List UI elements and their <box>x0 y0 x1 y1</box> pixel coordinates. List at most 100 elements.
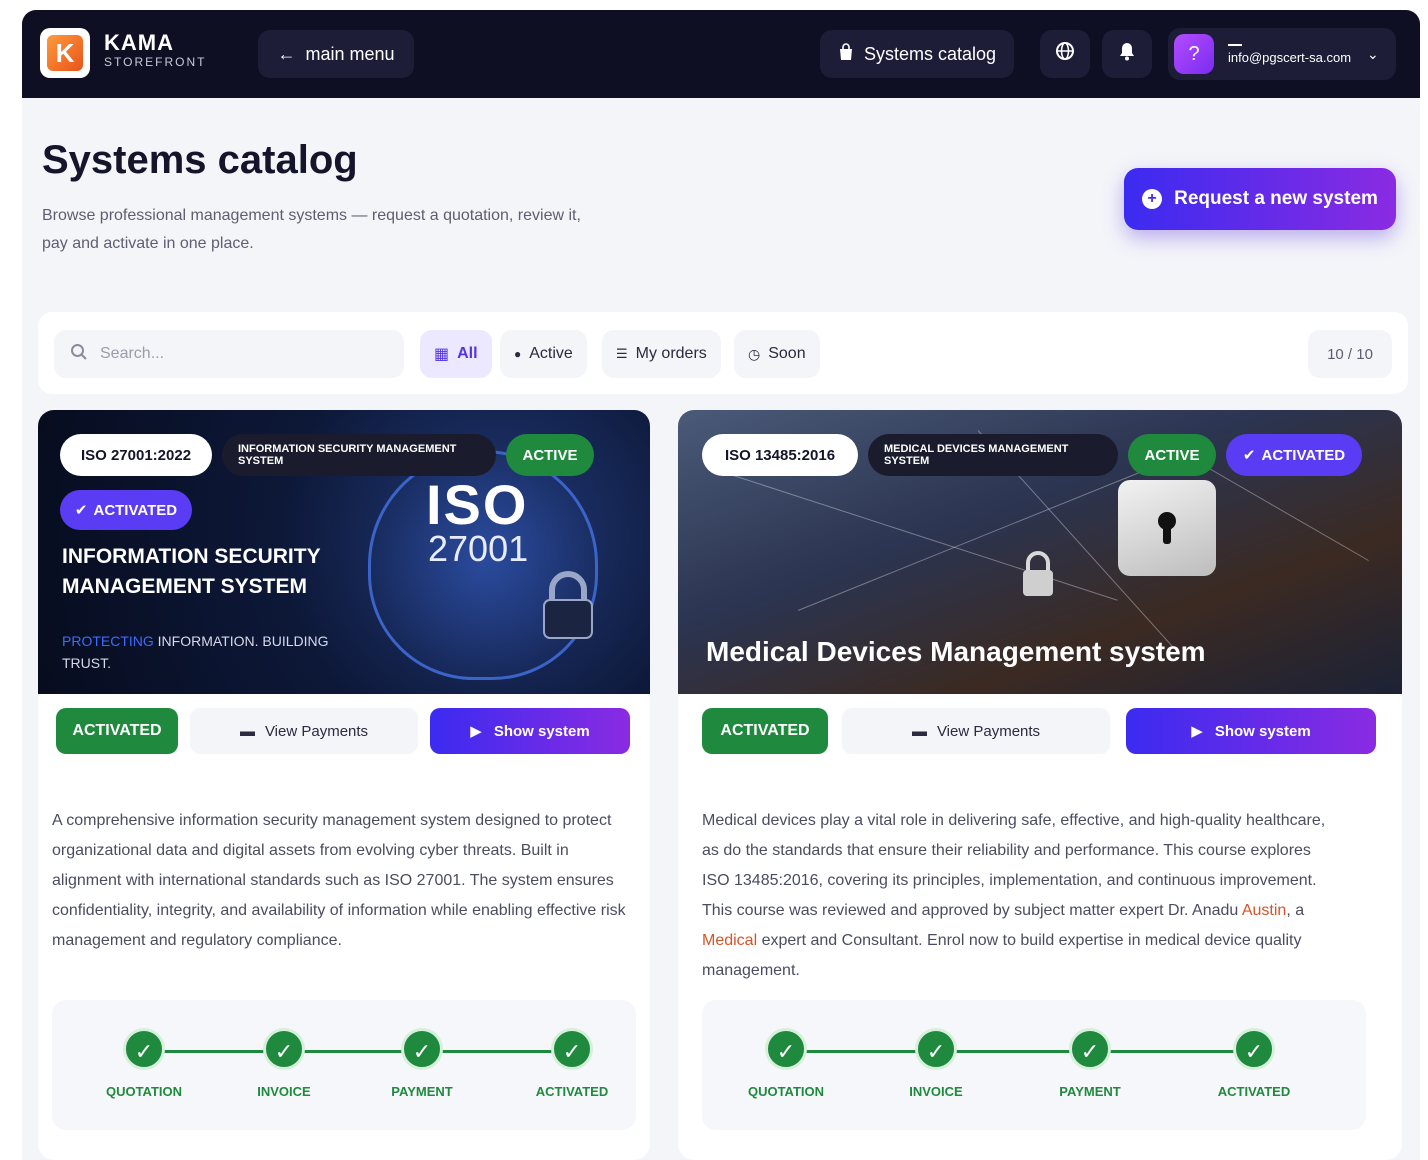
search-placeholder: Search... <box>100 345 165 362</box>
filter-chip-active[interactable]: ● Active <box>500 330 587 378</box>
search-icon <box>70 343 88 366</box>
activated-badge-label: ACTIVATED <box>93 501 178 519</box>
chevron-down-icon: ⌄ <box>1367 45 1379 62</box>
filter-chip-label: Active <box>529 345 573 362</box>
filter-chip-label: All <box>457 345 478 362</box>
grid-icon: ▦ <box>434 346 450 363</box>
user-email: info@pgscert-sa.com <box>1228 49 1352 65</box>
description-highlight: Austin <box>1241 902 1287 919</box>
activated-badge: ✔ ACTIVATED <box>60 490 192 530</box>
step-quotation: ✓ QUOTATION <box>84 1028 204 1099</box>
filter-chip-label: My orders <box>635 345 707 362</box>
brand-logo[interactable]: K <box>40 28 90 78</box>
check-icon: ✓ <box>551 1028 593 1070</box>
check-icon: ✓ <box>1069 1028 1111 1070</box>
check-icon: ✓ <box>915 1028 957 1070</box>
step-label: ACTIVATED <box>535 1084 609 1099</box>
brand-subtitle: STOREFRONT <box>104 55 207 69</box>
stepper-line <box>144 1050 574 1053</box>
hero-tagline-highlight: PROTECTING <box>62 633 154 649</box>
show-system-button[interactable]: ▶ Show system <box>430 708 630 754</box>
check-icon: ✔ <box>1242 447 1256 464</box>
step-label: PAYMENT <box>391 1084 453 1099</box>
systems-catalog-button[interactable]: Systems catalog <box>820 30 1014 78</box>
step-label: INVOICE <box>257 1084 311 1099</box>
main-menu-label: main menu <box>305 43 395 64</box>
description-highlight: Medical <box>702 932 758 949</box>
hero-iso-number: 27001 <box>428 528 529 569</box>
bag-icon <box>838 42 854 66</box>
check-icon: ✓ <box>765 1028 807 1070</box>
activated-status-button[interactable]: ACTIVATED <box>702 708 828 754</box>
status-badge: ACTIVE <box>1128 434 1216 476</box>
show-system-label: Show system <box>1214 722 1311 740</box>
user-name-placeholder <box>1228 43 1242 46</box>
step-activated: ✓ ACTIVATED <box>512 1028 632 1099</box>
show-system-button[interactable]: ▶ Show system <box>1126 708 1376 754</box>
description-text: Medical devices play a vital role in del… <box>702 812 1326 919</box>
brand-text: KAMA STOREFRONT <box>104 32 206 70</box>
network-line <box>797 467 1151 611</box>
card-hero-image: ISO 27001 ISO 27001:2022 INFORMATION SEC… <box>38 410 650 694</box>
view-payments-button[interactable]: ▬ View Payments <box>190 708 418 754</box>
brand-name: KAMA <box>104 30 174 55</box>
system-card: ISO 13485:2016 MEDICAL DEVICES MANAGEMEN… <box>678 410 1402 1160</box>
user-menu[interactable]: ? info@pgscert-sa.com ⌄ <box>1168 28 1396 80</box>
show-system-label: Show system <box>493 722 590 740</box>
filter-chip-soon[interactable]: ◷ Soon <box>734 330 820 378</box>
step-quotation: ✓ QUOTATION <box>726 1028 846 1099</box>
globe-icon <box>1055 41 1075 67</box>
folder-icon: ▬ <box>239 722 255 740</box>
arrow-left-icon: ← <box>277 43 296 64</box>
status-badge: ACTIVE <box>506 434 594 476</box>
notifications-button[interactable] <box>1102 30 1152 78</box>
step-label: QUOTATION <box>105 1084 183 1099</box>
systems-catalog-label: Systems catalog <box>863 43 997 64</box>
main-menu-button[interactable]: ← main menu <box>258 30 414 78</box>
results-count: 10 / 10 <box>1308 330 1392 378</box>
padlock-icon <box>1118 480 1216 576</box>
activated-badge: ✔ ACTIVATED <box>1226 434 1362 476</box>
hero-tagline: PROTECTING INFORMATION. BUILDING TRUST. <box>62 630 342 674</box>
filter-chip-all[interactable]: ▦ All <box>420 330 492 378</box>
activated-status-button[interactable]: ACTIVATED <box>56 708 178 754</box>
check-icon: ✓ <box>123 1028 165 1070</box>
logo-mark: K <box>47 35 83 71</box>
view-payments-label: View Payments <box>936 722 1041 740</box>
search-input[interactable]: Search... <box>54 330 404 378</box>
top-navbar: K KAMA STOREFRONT ← main menu Systems ca… <box>22 10 1420 98</box>
check-icon: ✔ <box>74 502 88 519</box>
check-icon: ✓ <box>1233 1028 1275 1070</box>
check-icon: ✓ <box>263 1028 305 1070</box>
check-icon: ✓ <box>401 1028 443 1070</box>
iso-code-badge: ISO 13485:2016 <box>702 434 858 476</box>
progress-stepper: ✓ QUOTATION ✓ INVOICE ✓ PAYMENT ✓ ACTIVA… <box>52 1000 636 1130</box>
description-text: expert and Consultant. Enrol now to buil… <box>702 932 1302 979</box>
view-payments-label: View Payments <box>264 722 369 740</box>
plus-icon: + <box>1142 189 1163 209</box>
padlock-icon <box>543 571 593 639</box>
step-invoice: ✓ INVOICE <box>876 1028 996 1099</box>
system-card: ISO 27001 ISO 27001:2022 INFORMATION SEC… <box>38 410 650 1160</box>
avatar: ? <box>1174 34 1214 74</box>
step-label: INVOICE <box>909 1084 963 1099</box>
description-text: , a <box>1286 902 1305 919</box>
language-button[interactable] <box>1040 30 1090 78</box>
view-payments-button[interactable]: ▬ View Payments <box>842 708 1110 754</box>
play-icon: ▶ <box>470 723 482 740</box>
folder-icon: ▬ <box>911 722 927 740</box>
filter-chip-label: Soon <box>768 345 806 362</box>
filter-chip-my-orders[interactable]: ☰ My orders <box>602 330 721 378</box>
stepper-line <box>786 1050 1254 1053</box>
request-new-system-button[interactable]: + Request a new system <box>1124 168 1396 230</box>
step-payment: ✓ PAYMENT <box>362 1028 482 1099</box>
step-label: ACTIVATED <box>1217 1084 1291 1099</box>
card-description: Medical devices play a vital role in del… <box>702 806 1342 986</box>
hero-title: INFORMATION SECURITY MANAGEMENT SYSTEM <box>62 545 321 598</box>
activated-badge-label: ACTIVATED <box>1261 446 1346 464</box>
iso-code-badge: ISO 27001:2022 <box>60 434 212 476</box>
app-window: K KAMA STOREFRONT ← main menu Systems ca… <box>22 10 1420 1160</box>
step-activated: ✓ ACTIVATED <box>1194 1028 1314 1099</box>
list-icon: ☰ <box>616 346 628 361</box>
user-info: info@pgscert-sa.com <box>1228 43 1352 65</box>
